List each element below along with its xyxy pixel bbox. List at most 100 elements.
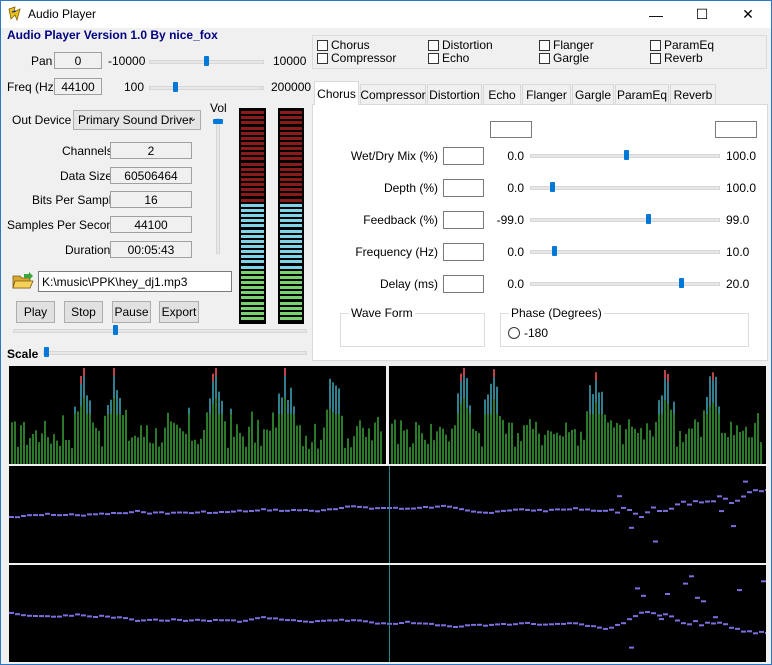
spectrum-bar-clip [493, 369, 495, 378]
waveform-sample [261, 508, 266, 511]
meter-segment [241, 188, 264, 192]
meter-segment [280, 131, 302, 135]
meter-segment [241, 193, 264, 197]
reverb-checkbox[interactable] [650, 53, 661, 64]
gargle-checkbox[interactable] [539, 53, 550, 64]
freq-slider-thumb[interactable] [173, 82, 178, 92]
volume-slider[interactable] [216, 118, 220, 254]
maximize-button[interactable]: ☐ [679, 1, 725, 28]
waveform-sample [351, 619, 356, 622]
spectrum-bar [733, 435, 735, 464]
param-slider[interactable] [530, 250, 720, 254]
freq-slider[interactable] [149, 86, 264, 90]
minimize-button[interactable]: — [633, 1, 679, 28]
spectrum-bar [481, 446, 483, 464]
file-path-field[interactable]: K:\music\PPK\hey_dj1.mp3 [38, 271, 232, 292]
chorus-panel: Wet/Dry Mix (%) 0.0 100.0 Depth (%) 0.0 100.0… [312, 104, 768, 361]
spectrum-bar [230, 408, 232, 464]
spectrum-bar-clip [215, 368, 217, 376]
waveform-sample [201, 510, 206, 513]
waveform-sample [579, 623, 584, 626]
spectrum-bar-peak [335, 385, 337, 414]
tab-flanger[interactable]: Flanger [522, 84, 571, 104]
scale-slider[interactable] [43, 351, 307, 355]
waveform-sample [695, 596, 700, 599]
waveform-sample [345, 505, 350, 508]
spectrum-bar [128, 440, 130, 464]
tab-echo[interactable]: Echo [483, 84, 521, 104]
open-folder-icon[interactable] [12, 271, 34, 291]
waveform-sample [267, 509, 272, 512]
seek-slider-thumb[interactable] [113, 325, 118, 335]
out-device-select[interactable]: Primary Sound Driver ⌄ [73, 110, 201, 130]
tab-chorus[interactable]: Chorus [314, 81, 359, 105]
tab-distortion[interactable]: Distortion [427, 84, 482, 104]
seek-slider[interactable] [13, 329, 307, 333]
chorus-checkbox[interactable] [317, 40, 328, 51]
data-size-value: 60506464 [110, 167, 192, 184]
spectrum-bar-clip [83, 368, 85, 376]
waveform-sample [285, 619, 290, 622]
waveform-sample [243, 510, 248, 513]
close-icon: ✕ [742, 6, 754, 22]
waveform-sample [357, 505, 362, 508]
param-input[interactable] [443, 179, 484, 197]
waveform-sample [69, 513, 74, 516]
spectrum-bar-peak [592, 394, 594, 414]
export-button[interactable]: Export [159, 301, 199, 323]
param-input[interactable] [443, 211, 484, 229]
close-button[interactable]: ✕ [725, 1, 771, 28]
param-slider-thumb[interactable] [624, 150, 629, 160]
compressor-checkbox[interactable] [317, 53, 328, 64]
param-slider-thumb[interactable] [679, 278, 684, 288]
tab-reverb[interactable]: Reverb [670, 84, 716, 104]
waveform-sample [435, 505, 440, 508]
spectrum-bar [326, 409, 328, 464]
param-slider-thumb[interactable] [552, 246, 557, 256]
spectrum-bar [646, 423, 648, 464]
param-slider-thumb[interactable] [646, 214, 651, 224]
waveform-sample [51, 514, 56, 516]
pan-slider-thumb[interactable] [204, 56, 209, 66]
play-button[interactable]: Play [16, 301, 55, 323]
waveform-sample [375, 622, 380, 625]
spectrum-bar-peak [466, 378, 468, 409]
waveform-sample [417, 506, 422, 509]
waveform-sample [701, 600, 706, 603]
waveform-sample [447, 505, 452, 508]
spectrum-bar [20, 425, 22, 464]
waveform-sample [99, 614, 104, 617]
chorus-extra-field-left[interactable] [490, 121, 532, 138]
tab-compressor[interactable]: Compressor [360, 84, 426, 104]
waveform-sample [129, 511, 134, 514]
phase-radio[interactable] [508, 327, 520, 339]
chorus-extra-field-right[interactable] [715, 121, 757, 138]
param-input[interactable] [443, 243, 484, 261]
param-input[interactable] [443, 275, 484, 293]
scale-slider-thumb[interactable] [44, 347, 49, 357]
param-min: 0.0 [507, 245, 524, 259]
param-slider[interactable] [530, 282, 720, 286]
flanger-checkbox[interactable] [539, 40, 550, 51]
tab-gargle[interactable]: Gargle [572, 84, 614, 104]
distortion-checkbox[interactable] [428, 40, 439, 51]
waveform-sample [189, 619, 194, 622]
param-slider[interactable] [530, 186, 720, 190]
waveform-sample [321, 509, 326, 512]
volume-slider-thumb[interactable] [213, 119, 223, 124]
stop-button[interactable]: Stop [64, 301, 103, 323]
parameq-checkbox[interactable] [650, 40, 661, 51]
meter-segment [280, 234, 302, 238]
tab-parameq[interactable]: ParamEq [615, 84, 669, 104]
param-input[interactable] [443, 147, 484, 165]
pause-button[interactable]: Pause [112, 301, 151, 323]
param-slider[interactable] [530, 218, 720, 222]
pan-value: 0 [54, 52, 102, 69]
spectrum-bar [44, 420, 46, 464]
waveform-sample [69, 614, 74, 617]
param-slider-thumb[interactable] [550, 182, 555, 192]
spectrum-bar [323, 427, 325, 464]
spectrum-bar [724, 433, 726, 464]
echo-checkbox[interactable] [428, 53, 439, 64]
waveform-sample [651, 612, 656, 615]
